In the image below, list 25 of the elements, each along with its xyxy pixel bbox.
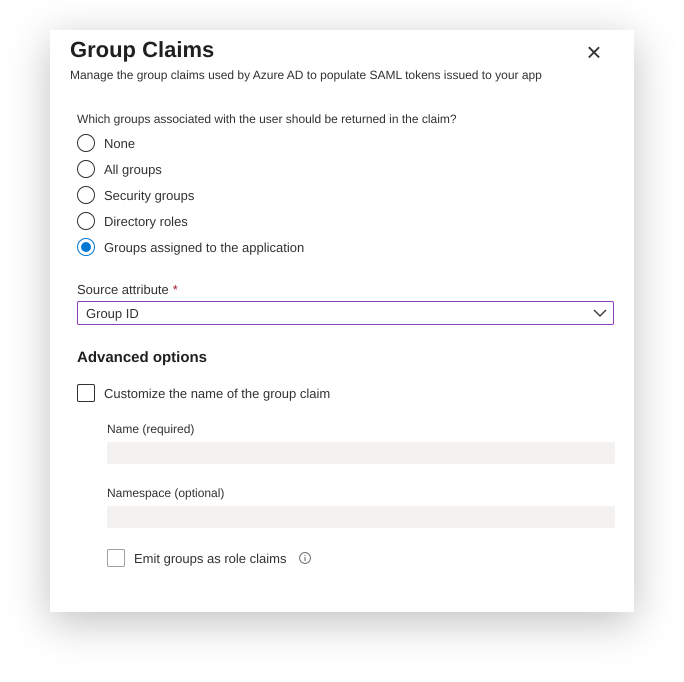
info-icon[interactable] [299,552,312,564]
section-heading: Advanced options [77,349,208,366]
question-text: Which groups associated with the user should be returned in the claim? [77,112,458,126]
radio-label: Security groups [104,188,194,202]
close-button[interactable]: × [582,40,606,64]
source-attribute-dropdown[interactable]: Group ID [77,301,614,325]
checkbox-label: Customize the name of the group claim [104,386,330,400]
field-label: Source attribute [77,282,169,297]
required-asterisk: * [172,282,178,297]
checkbox-label: Emit groups as role claims [134,550,286,566]
radio-label: Groups assigned to the application [104,240,304,254]
radio-button[interactable] [77,160,95,178]
radio-button[interactable] [77,212,95,230]
field-label: Name (required) [107,422,196,436]
chevron-down-icon [593,309,607,317]
checkbox[interactable] [77,384,95,402]
radio-label: Directory roles [104,214,188,228]
dialog-subtitle: Manage the group claims used by Azure AD to populate SAML tokens issued to your app [70,68,542,82]
radio-button[interactable] [77,186,95,204]
field-label: Namespace (optional) [107,486,226,500]
radio-label: All groups [104,162,162,176]
radio-button[interactable] [77,134,95,152]
radio-button[interactable] [77,238,95,256]
radio-label: None [104,136,136,150]
dialog-title: Group Claims [70,36,216,64]
